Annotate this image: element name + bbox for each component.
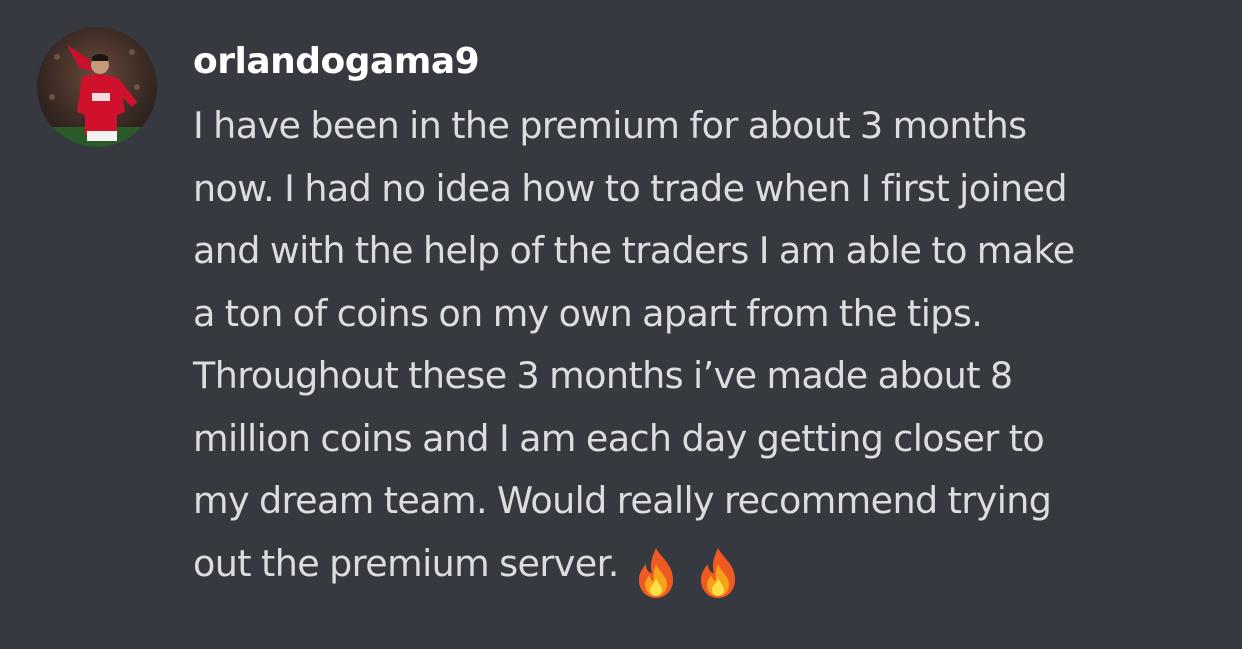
message-line: million coins and I am each day getting … (193, 416, 1045, 460)
avatar-photo-icon (37, 27, 157, 147)
message-line: my dream team. Would really recommend tr… (193, 479, 1052, 522)
fire-icon (700, 548, 735, 598)
fire-icon (638, 548, 673, 598)
message-content: I have been in the premium for about 3 m… (193, 95, 1213, 603)
user-avatar[interactable] (37, 27, 157, 147)
emoji-group (633, 541, 747, 604)
chat-message: orlandogama9 I have been in the premium … (0, 0, 1242, 649)
message-line: I have been in the premium for about 3 m… (193, 104, 1027, 147)
message-line: out the premium server. (193, 541, 619, 585)
message-line: a ton of coins on my own apart from the … (193, 291, 983, 335)
message-line: Throughout these 3 months i’ve made abou… (193, 354, 1013, 397)
message-line: now. I had no idea how to trade when I f… (193, 166, 1068, 210)
message-author-name[interactable]: orlandogama9 (193, 36, 480, 88)
message-last-line-wrapper: out the premium server. (193, 533, 1213, 604)
message-line: and with the help of the traders I am ab… (193, 229, 1075, 272)
